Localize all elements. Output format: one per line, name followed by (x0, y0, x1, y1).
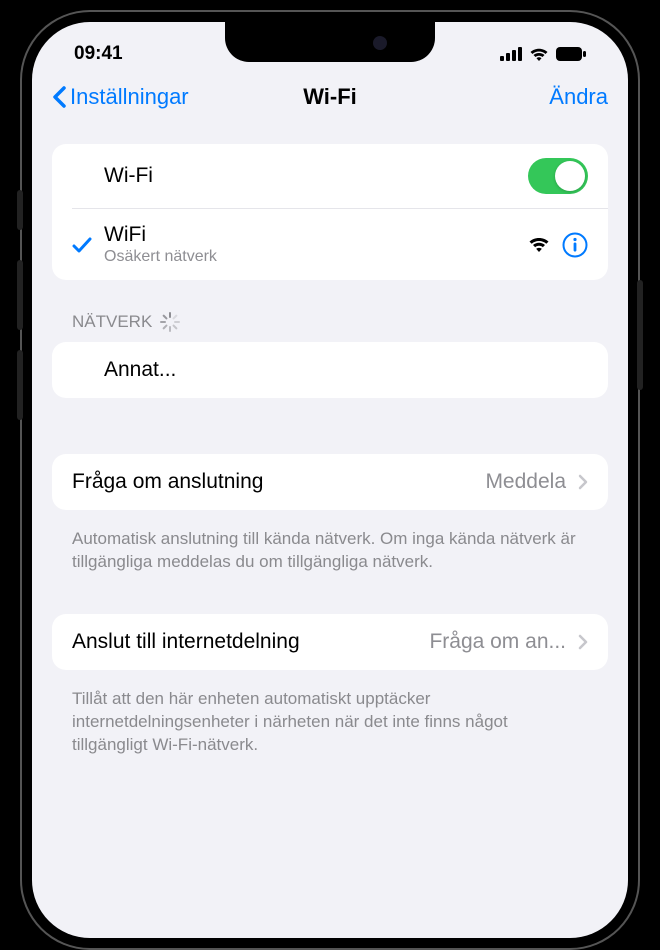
checkmark-icon (72, 236, 92, 254)
chevron-left-icon (52, 86, 66, 108)
connected-network-row[interactable]: WiFi Osäkert nätverk (52, 209, 608, 280)
chevron-right-icon (578, 634, 588, 650)
loading-spinner-icon (160, 312, 180, 332)
networks-header: Nätverk (52, 312, 608, 342)
side-button (17, 190, 23, 230)
ask-footer: Automatisk anslutning till kända nätverk… (52, 518, 608, 574)
auto-join-hotspot-row[interactable]: Anslut till internetdelning Fråga om an.… (52, 614, 608, 670)
volume-up-button (17, 260, 23, 330)
status-time: 09:41 (74, 43, 123, 65)
edit-button[interactable]: Ändra (549, 84, 608, 110)
other-network-label: Annat... (104, 358, 588, 382)
power-button (637, 280, 643, 390)
content: Wi-Fi WiFi Osäkert nätverk (32, 124, 628, 817)
wifi-section: Wi-Fi WiFi Osäkert nätverk (52, 144, 608, 280)
ask-to-join-row[interactable]: Fråga om anslutning Meddela (52, 454, 608, 510)
nav-bar: Inställningar Wi-Fi Ändra (32, 72, 628, 124)
wifi-toggle-row[interactable]: Wi-Fi (52, 144, 608, 208)
wifi-toggle[interactable] (528, 158, 588, 194)
auto-join-hotspot-value: Fråga om an... (429, 630, 566, 654)
wifi-icon (529, 47, 549, 62)
wifi-signal-icon (528, 236, 550, 253)
other-network-row[interactable]: Annat... (52, 342, 608, 398)
hotspot-section: Anslut till internetdelning Fråga om an.… (52, 614, 608, 670)
notch (225, 22, 435, 62)
connected-network-status: Osäkert nätverk (104, 248, 528, 266)
volume-down-button (17, 350, 23, 420)
chevron-right-icon (578, 474, 588, 490)
battery-icon (556, 47, 586, 61)
connected-network-name: WiFi (104, 223, 528, 247)
wifi-toggle-label: Wi-Fi (104, 164, 528, 188)
auto-join-hotspot-label: Anslut till internetdelning (72, 630, 300, 654)
hotspot-footer: Tillåt att den här enheten automatiskt u… (52, 678, 608, 757)
info-icon[interactable] (562, 232, 588, 258)
page-title: Wi-Fi (303, 84, 357, 110)
ask-section: Fråga om anslutning Meddela (52, 454, 608, 510)
status-indicators (500, 47, 586, 62)
networks-header-label: Nätverk (72, 312, 152, 332)
ask-to-join-value: Meddela (485, 470, 566, 494)
back-button[interactable]: Inställningar (52, 84, 189, 110)
networks-section: Annat... (52, 342, 608, 398)
phone-frame: 09:41 (20, 10, 640, 950)
ask-to-join-label: Fråga om anslutning (72, 470, 485, 494)
screen: 09:41 (32, 22, 628, 938)
cellular-icon (500, 47, 522, 61)
back-label: Inställningar (70, 84, 189, 110)
